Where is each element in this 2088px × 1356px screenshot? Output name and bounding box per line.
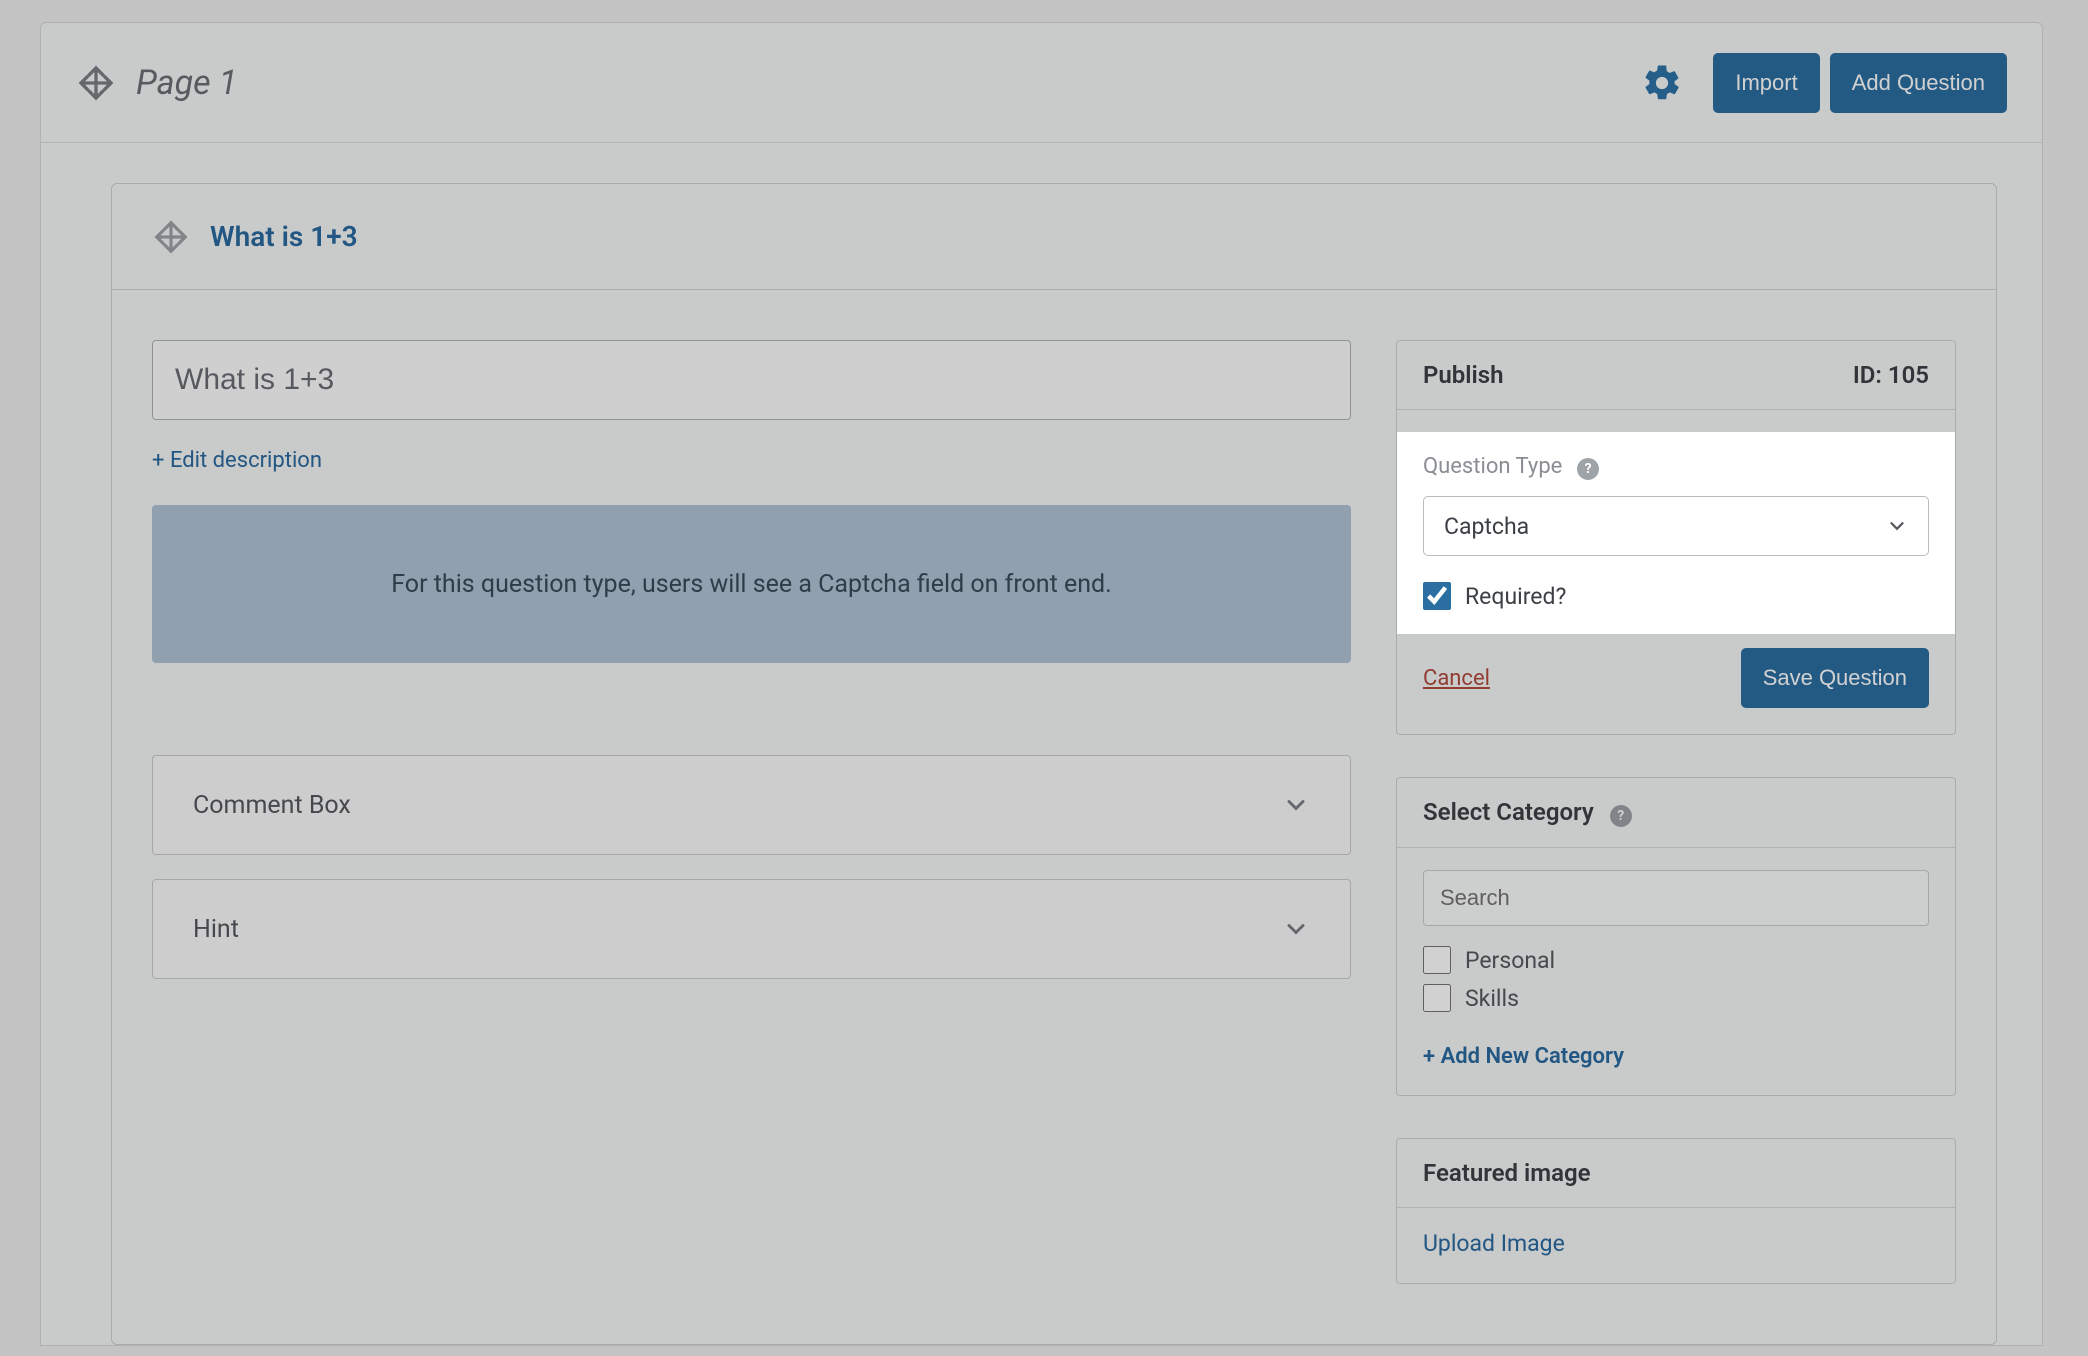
publish-title: Publish — [1423, 361, 1504, 389]
chevron-down-icon — [1282, 915, 1310, 943]
category-item-skills[interactable]: Skills — [1423, 984, 1929, 1012]
select-category-title: Select Category — [1423, 798, 1594, 826]
add-new-category-link[interactable]: + Add New Category — [1423, 1044, 1624, 1069]
comment-box-accordion[interactable]: Comment Box — [152, 755, 1351, 855]
import-button[interactable]: Import — [1713, 53, 1819, 113]
question-title-link[interactable]: What is 1+3 — [210, 220, 358, 253]
featured-image-box: Featured image Upload Image — [1396, 1138, 1956, 1284]
page-header: Page 1 Import Add Question — [41, 23, 2042, 143]
featured-image-title: Featured image — [1423, 1159, 1591, 1187]
drag-handle-icon[interactable] — [152, 218, 190, 256]
publish-box: Publish ID: 105 Question Type ? — [1396, 340, 1956, 735]
required-checkbox-row[interactable]: Required? — [1423, 582, 1929, 610]
chevron-down-icon — [1282, 791, 1310, 819]
question-type-label: Question Type — [1423, 454, 1562, 479]
question-id-label: ID: 105 — [1853, 361, 1929, 389]
category-label: Personal — [1465, 947, 1555, 974]
category-checkbox[interactable] — [1423, 984, 1451, 1012]
add-question-button[interactable]: Add Question — [1830, 53, 2007, 113]
required-checkbox[interactable] — [1423, 582, 1451, 610]
hint-accordion[interactable]: Hint — [152, 879, 1351, 979]
select-category-box: Select Category ? Personal — [1396, 777, 1956, 1096]
question-type-select[interactable]: Captcha — [1423, 496, 1929, 556]
category-search-input[interactable] — [1423, 870, 1929, 926]
category-label: Skills — [1465, 985, 1519, 1012]
save-question-button[interactable]: Save Question — [1741, 648, 1929, 708]
question-card: What is 1+3 + Edit description For this … — [111, 183, 1997, 1345]
page-card: Page 1 Import Add Question What is 1+3 — [40, 22, 2043, 1346]
required-label: Required? — [1465, 583, 1566, 610]
chevron-down-icon — [1886, 515, 1908, 537]
page-title: Page 1 — [136, 63, 237, 103]
question-header: What is 1+3 — [112, 184, 1996, 290]
drag-handle-icon[interactable] — [76, 63, 116, 103]
captcha-info-text: For this question type, users will see a… — [391, 570, 1112, 599]
hint-label: Hint — [193, 915, 239, 944]
captcha-info-banner: For this question type, users will see a… — [152, 505, 1351, 663]
upload-image-link[interactable]: Upload Image — [1423, 1230, 1565, 1257]
question-type-value: Captcha — [1444, 513, 1529, 540]
question-type-zone: Question Type ? Captcha — [1397, 432, 1955, 634]
cancel-link[interactable]: Cancel — [1423, 666, 1490, 691]
comment-box-label: Comment Box — [193, 791, 351, 820]
edit-description-link[interactable]: + Edit description — [152, 448, 322, 473]
help-icon[interactable]: ? — [1577, 458, 1599, 480]
help-icon[interactable]: ? — [1610, 805, 1632, 827]
category-checkbox[interactable] — [1423, 946, 1451, 974]
settings-button[interactable] — [1641, 62, 1683, 104]
question-title-input[interactable] — [152, 340, 1351, 420]
category-item-personal[interactable]: Personal — [1423, 946, 1929, 974]
